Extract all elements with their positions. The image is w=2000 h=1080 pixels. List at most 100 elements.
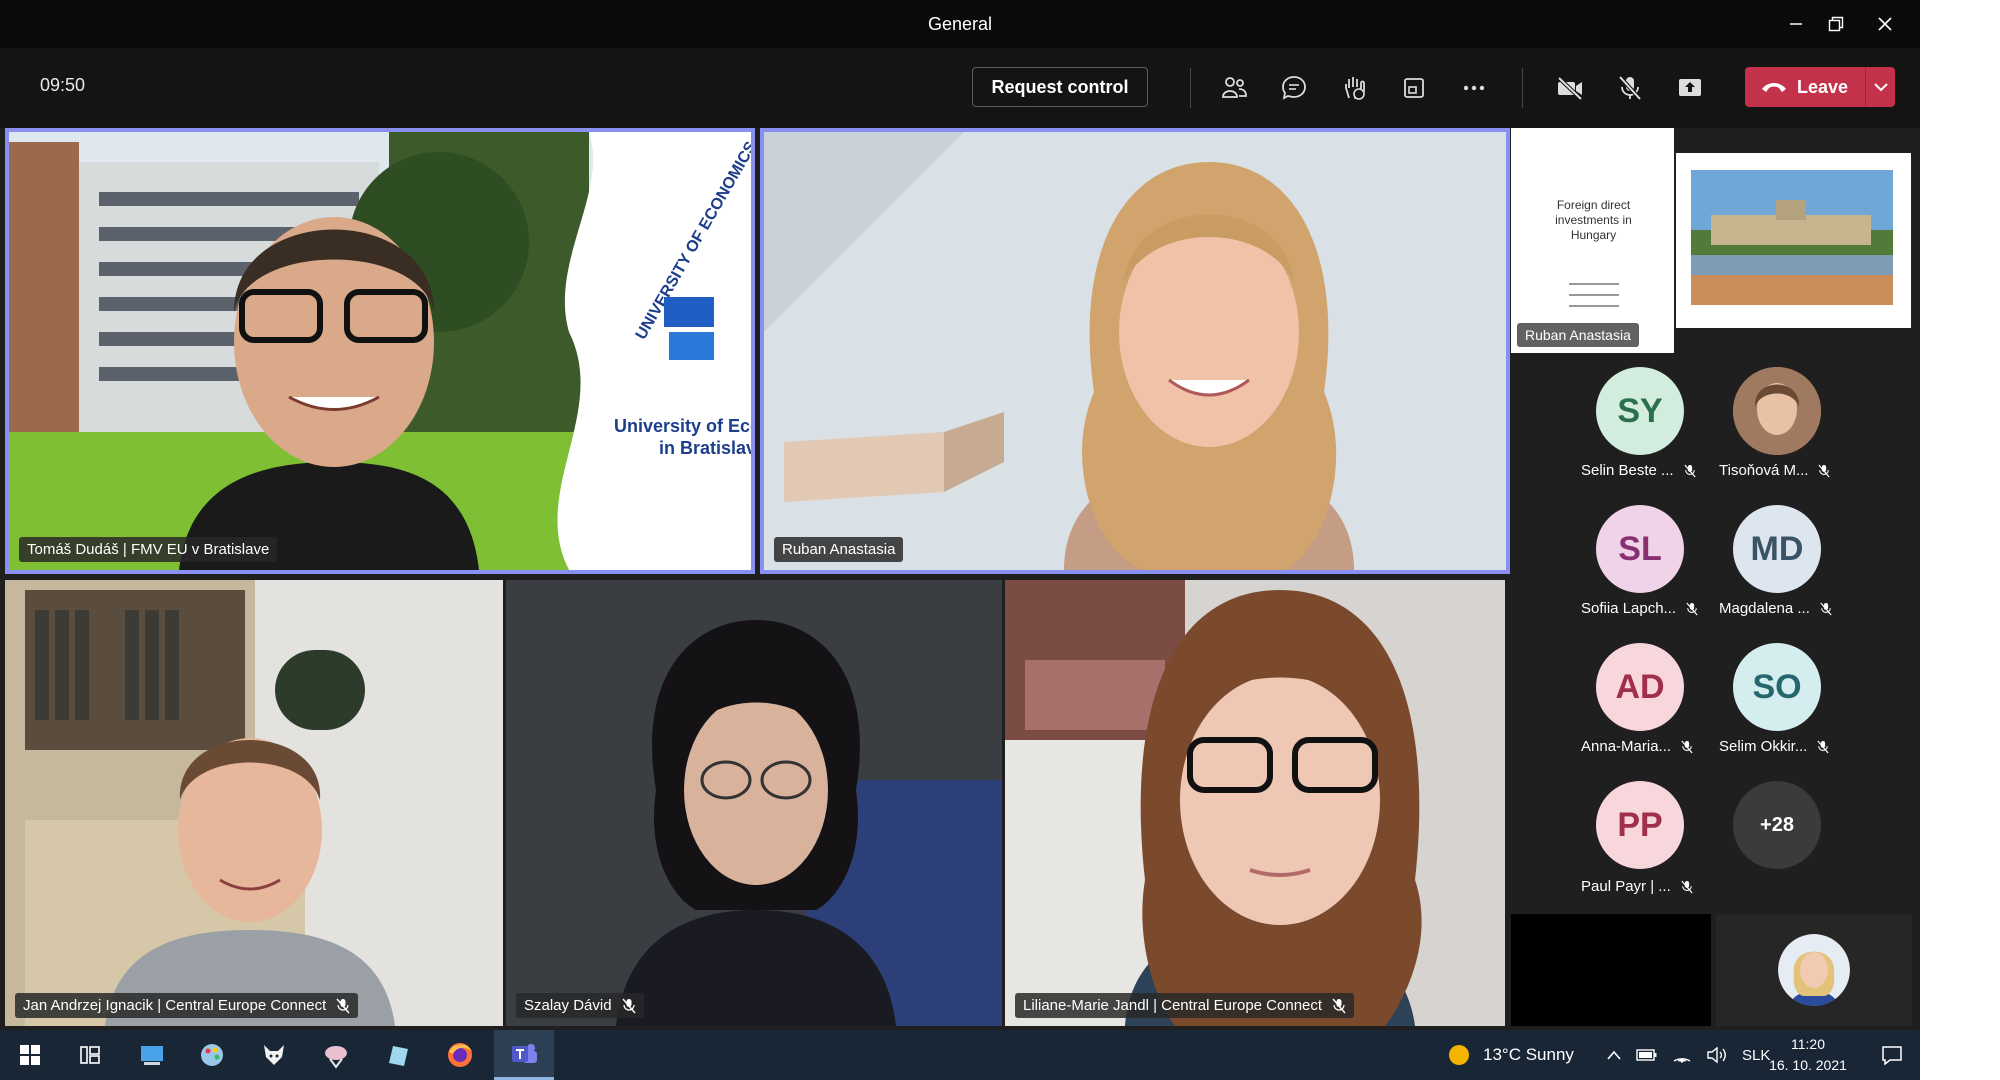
empty-video-tile [1511, 914, 1711, 1026]
mic-off-icon [1618, 75, 1642, 101]
leave-button[interactable]: Leave [1745, 67, 1895, 107]
clock[interactable]: 11:20 16. 10. 2021 [1758, 1034, 1858, 1076]
video-tile[interactable]: Jan Andrzej Ignacik | Central Europe Con… [5, 580, 503, 1026]
wifi-icon[interactable] [1672, 1047, 1692, 1063]
university-name-text: University of Econ [614, 416, 751, 436]
camera-button[interactable] [1550, 68, 1590, 108]
participant-name: Magdalena ... [1719, 600, 1810, 617]
phone-hangup-icon [1762, 83, 1786, 92]
snip-icon [325, 1046, 347, 1069]
presenter-nameplate: Ruban Anastasia [1517, 323, 1639, 347]
participant-label: Selin Beste ... [1581, 462, 1696, 479]
mic-off-icon [1817, 740, 1829, 753]
leave-label: Leave [1797, 76, 1849, 97]
participant-label: Selim Okkir... [1719, 738, 1829, 755]
participant-nameplate: Jan Andrzej Ignacik | Central Europe Con… [15, 993, 359, 1018]
raise-hand-icon [1345, 77, 1365, 100]
camera-off-icon [1557, 76, 1583, 101]
avatar-initials: MD [1750, 529, 1804, 568]
university-city-text: in Bratislava [659, 438, 751, 458]
taskbar-app[interactable] [182, 1030, 242, 1080]
participant-nameplate: Ruban Anastasia [774, 537, 904, 562]
breakout-rooms-icon [1404, 78, 1424, 98]
people-icon [1222, 77, 1247, 98]
mic-off-icon [1683, 464, 1696, 477]
battery-icon[interactable] [1636, 1048, 1658, 1062]
leave-options-button[interactable] [1866, 82, 1895, 92]
volume-icon[interactable] [1706, 1046, 1728, 1064]
close-button[interactable] [1862, 0, 1908, 48]
close-icon [1878, 17, 1892, 31]
slide-thumbnail-left: Foreign direct investments in Hungary [1511, 128, 1676, 353]
participant-label: Paul Payr | ... [1581, 878, 1693, 895]
notes-icon [389, 1046, 408, 1066]
participant-name: Selin Beste ... [1581, 462, 1674, 479]
participant-label: Magdalena ... [1719, 600, 1832, 617]
rooms-button[interactable] [1394, 68, 1434, 108]
mic-off-icon [1818, 464, 1831, 477]
chevron-up-icon[interactable] [1606, 1049, 1622, 1061]
video-tile[interactable]: Ruban Anastasia [760, 128, 1510, 574]
participant-name: Tisoňová M... [1719, 462, 1809, 479]
teams-meeting-window: General 09:50 Request control Leave UNIV… [0, 0, 1920, 1080]
more-participants-count: +28 [1760, 813, 1794, 836]
notification-icon [1882, 1046, 1902, 1066]
windows-taskbar: 13°C Sunny SLK 11:20 16. 10. 2021 [0, 1030, 1920, 1080]
title-bar: General [0, 0, 1920, 48]
slide-photo [1691, 170, 1893, 305]
self-view-tile[interactable] [1716, 914, 1912, 1026]
taskbar-app[interactable] [368, 1030, 428, 1080]
request-control-button[interactable]: Request control [972, 67, 1148, 107]
participant-nameplate: Liliane-Marie Jandl | Central Europe Con… [1015, 993, 1355, 1018]
taskbar-app[interactable] [122, 1030, 182, 1080]
taskbar-app[interactable] [430, 1030, 490, 1080]
minimize-icon [1790, 23, 1802, 25]
microphone-button[interactable] [1610, 68, 1650, 108]
chevron-down-icon [1873, 83, 1888, 92]
avatar[interactable]: SY [1596, 367, 1684, 455]
avatar[interactable]: AD [1596, 643, 1684, 731]
participant-name: Selim Okkir... [1719, 738, 1808, 755]
participant-name: Ruban Anastasia [782, 541, 896, 558]
clock-date: 16. 10. 2021 [1769, 1057, 1847, 1073]
mic-off-icon [1681, 740, 1693, 753]
weather-widget[interactable]: 13°C Sunny [1447, 1030, 1574, 1080]
task-view-button[interactable] [60, 1030, 120, 1080]
participants-button[interactable] [1214, 68, 1254, 108]
participant-video: UNIVERSITY OF ECONOMICS University of Ec… [9, 132, 751, 570]
mic-off-icon [622, 998, 636, 1013]
video-tile[interactable]: UNIVERSITY OF ECONOMICS University of Ec… [5, 128, 755, 574]
participant-nameplate: Tomáš Dudáš | FMV EU v Bratislave [19, 537, 278, 562]
slide-text-line [1569, 294, 1619, 296]
mic-off-icon [1686, 602, 1698, 615]
mic-off-icon [336, 998, 350, 1013]
more-participants-button[interactable]: +28 [1733, 781, 1821, 869]
video-tile[interactable]: Szalay Dávid [506, 580, 1002, 1026]
avatar[interactable]: PP [1596, 781, 1684, 869]
taskbar-app[interactable] [306, 1030, 366, 1080]
avatar[interactable]: MD [1733, 505, 1821, 593]
more-actions-button[interactable] [1454, 68, 1494, 108]
chat-button[interactable] [1274, 68, 1314, 108]
meeting-toolbar: 09:50 Request control Leave [0, 48, 1920, 128]
taskbar-app-teams[interactable] [494, 1030, 554, 1080]
avatar-initials: SY [1617, 391, 1663, 430]
reactions-button[interactable] [1334, 68, 1374, 108]
start-button[interactable] [0, 1030, 60, 1080]
system-tray: SLK [1606, 1030, 1770, 1080]
shared-content-tile[interactable]: Foreign direct investments in Hungary Ru… [1511, 128, 1911, 353]
avatar[interactable]: SL [1596, 505, 1684, 593]
avatar[interactable] [1733, 367, 1821, 455]
notifications-button[interactable] [1862, 1030, 1920, 1080]
taskbar-app[interactable] [244, 1030, 304, 1080]
share-button[interactable] [1670, 68, 1710, 108]
participant-video [1005, 580, 1505, 1026]
mic-off-icon [1332, 998, 1346, 1013]
participant-label: Sofiia Lapch... [1581, 600, 1698, 617]
avatar[interactable]: SO [1733, 643, 1821, 731]
restore-button[interactable] [1813, 0, 1859, 48]
mic-off-icon [1681, 880, 1693, 893]
weather-text: 13°C Sunny [1483, 1045, 1574, 1064]
video-tile[interactable]: Liliane-Marie Jandl | Central Europe Con… [1005, 580, 1505, 1026]
participant-name: Liliane-Marie Jandl | Central Europe Con… [1023, 997, 1323, 1014]
